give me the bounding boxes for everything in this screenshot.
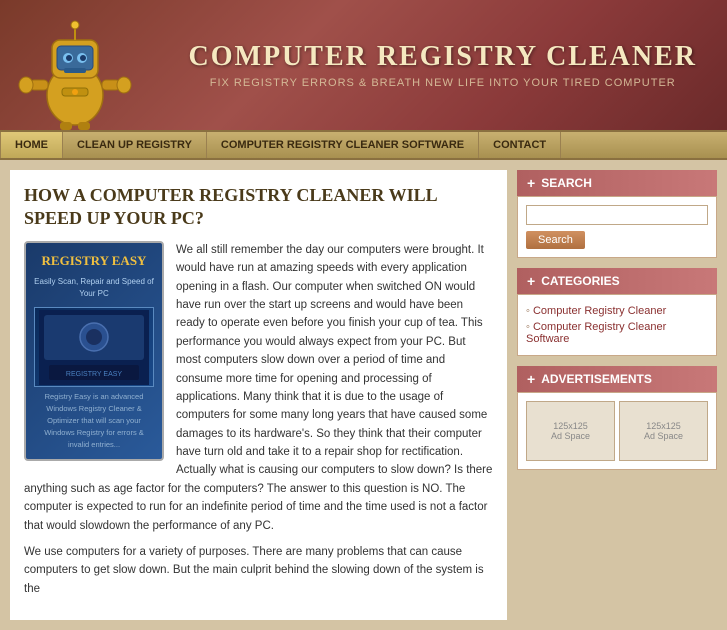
ads-widget-body: 125x125Ad Space 125x125Ad Space: [517, 392, 717, 470]
site-header: COMPUTER REGISTRY CLEANER FIX REGISTRY E…: [0, 0, 727, 130]
categories-widget-body: Computer Registry Cleaner Computer Regis…: [517, 294, 717, 356]
category-link-1[interactable]: Computer Registry Cleaner: [533, 305, 666, 317]
nav-software[interactable]: COMPUTER REGISTRY CLEANER SOFTWARE: [207, 132, 479, 158]
registry-easy-image: REGISTRY EASY: [34, 307, 154, 387]
ad-box-1[interactable]: 125x125Ad Space: [526, 401, 615, 461]
nav-cleanup[interactable]: CLEAN UP REGISTRY: [63, 132, 207, 158]
search-widget: + SEARCH Search: [517, 170, 717, 258]
registry-easy-footer: Registry Easy is an advanced Windows Reg…: [34, 391, 154, 451]
categories-widget-title: + CATEGORIES: [517, 268, 717, 294]
ads-grid: 125x125Ad Space 125x125Ad Space: [526, 401, 708, 461]
nav-contact[interactable]: CONTACT: [479, 132, 561, 158]
robot-mascot: [10, 10, 140, 130]
svg-text:REGISTRY EASY: REGISTRY EASY: [66, 371, 122, 378]
nav-home[interactable]: HOME: [0, 132, 63, 158]
main-layout: HOW A COMPUTER REGISTRY CLEANER WILL SPE…: [0, 160, 727, 630]
categories-title-label: CATEGORIES: [541, 274, 619, 288]
content-area: HOW A COMPUTER REGISTRY CLEANER WILL SPE…: [10, 170, 507, 620]
categories-widget: + CATEGORIES Computer Registry Cleaner C…: [517, 268, 717, 356]
main-nav: HOME CLEAN UP REGISTRY COMPUTER REGISTRY…: [0, 130, 727, 160]
list-item: Computer Registry Cleaner: [526, 303, 708, 319]
site-title: COMPUTER REGISTRY CLEANER: [189, 41, 697, 73]
ad-label-2: 125x125Ad Space: [644, 421, 683, 441]
ads-plus-icon: +: [527, 371, 535, 387]
category-list: Computer Registry Cleaner Computer Regis…: [526, 303, 708, 347]
site-subtitle: FIX REGISTRY ERRORS & BREATH NEW LIFE IN…: [189, 77, 697, 89]
search-plus-icon: +: [527, 175, 535, 191]
header-text-block: COMPUTER REGISTRY CLEANER FIX REGISTRY E…: [189, 41, 697, 89]
ads-widget-title: + ADVERTISEMENTS: [517, 366, 717, 392]
list-item: Computer Registry Cleaner Software: [526, 319, 708, 347]
registry-easy-widget: REGISTRY EASY Easily Scan, Repair and Sp…: [24, 241, 164, 461]
category-link-2[interactable]: Computer Registry Cleaner Software: [526, 321, 666, 345]
search-widget-body: Search: [517, 196, 717, 258]
sidebar: + SEARCH Search + CATEGORIES Computer Re…: [517, 170, 717, 620]
article-title: HOW A COMPUTER REGISTRY CLEANER WILL SPE…: [24, 184, 493, 231]
advertisements-widget: + ADVERTISEMENTS 125x125Ad Space 125x125…: [517, 366, 717, 470]
search-button[interactable]: Search: [526, 231, 585, 249]
search-title-label: SEARCH: [541, 176, 592, 190]
search-widget-title: + SEARCH: [517, 170, 717, 196]
ads-title-label: ADVERTISEMENTS: [541, 372, 652, 386]
article-para-2: We use computers for a variety of purpos…: [24, 543, 493, 598]
categories-plus-icon: +: [527, 273, 535, 289]
ad-box-2[interactable]: 125x125Ad Space: [619, 401, 708, 461]
registry-easy-title: REGISTRY EASY: [34, 251, 154, 272]
registry-easy-sub: Easily Scan, Repair and Speed of Your PC: [34, 276, 154, 302]
ad-label-1: 125x125Ad Space: [551, 421, 590, 441]
search-input[interactable]: [526, 205, 708, 225]
